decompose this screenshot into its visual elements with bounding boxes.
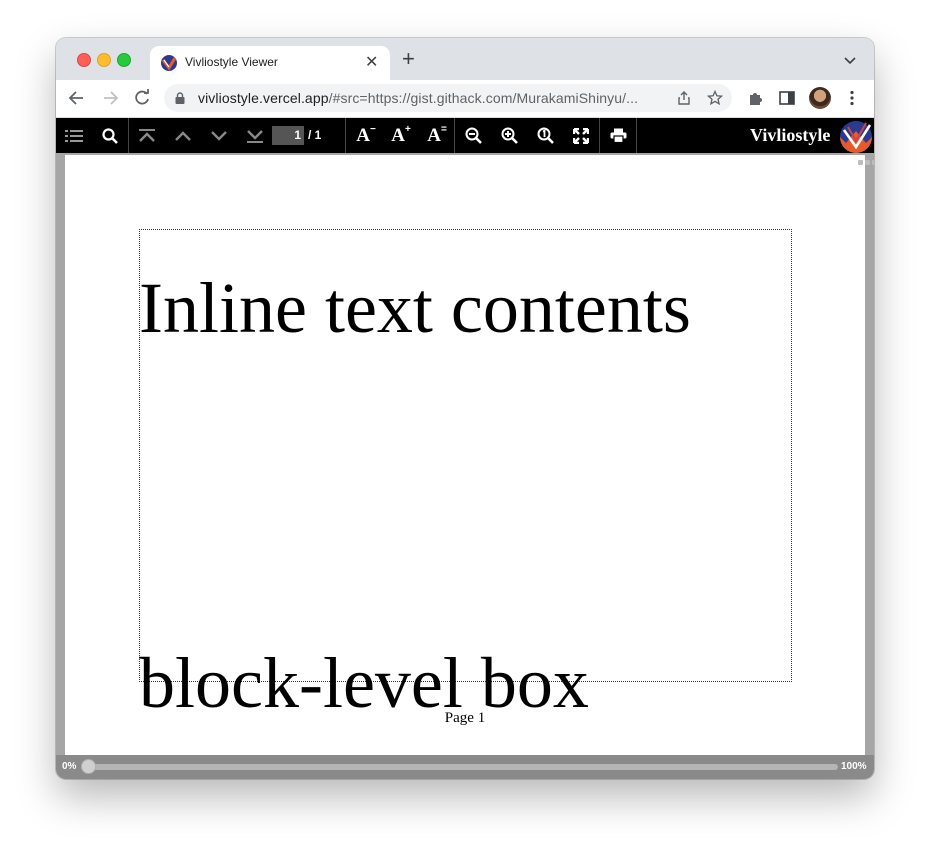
- more-icon[interactable]: [843, 89, 861, 107]
- list-icon: [65, 129, 83, 142]
- last-page-icon: [247, 129, 263, 143]
- brand-name: Vivliostyle: [750, 125, 831, 145]
- document-page: Inline text contents block-level box Pag…: [65, 155, 874, 755]
- zoom-window-button[interactable]: [117, 53, 131, 67]
- page-footer-label: Page 1: [444, 710, 486, 726]
- toc-button[interactable]: [56, 118, 92, 153]
- tab-title: Vivliostyle Viewer: [185, 55, 278, 69]
- page-number-input[interactable]: 1: [272, 126, 304, 145]
- address-bar[interactable]: vivliostyle.vercel.app/#src=https://gist…: [164, 84, 732, 112]
- toolbar-divider: [345, 118, 346, 153]
- zoom-in-icon: [501, 127, 518, 144]
- font-size-increase-button[interactable]: A +: [383, 118, 419, 153]
- viewer-area[interactable]: Inline text contents block-level box Pag…: [56, 153, 874, 755]
- font-decrease-sup: −: [369, 124, 376, 135]
- zoom-actual-size-icon: [537, 127, 554, 144]
- search-icon: [102, 127, 118, 144]
- url-text: vivliostyle.vercel.app/#src=https://gist…: [198, 90, 638, 106]
- progress-slider-handle[interactable]: [81, 759, 96, 774]
- url-host: vivliostyle.vercel.app: [198, 90, 329, 106]
- next-page-button[interactable]: [201, 118, 237, 153]
- print-icon: [610, 128, 626, 143]
- font-reset-sup: =: [440, 124, 447, 135]
- tab-vivliostyle-viewer[interactable]: Vivliostyle Viewer ✕: [150, 46, 390, 80]
- fit-to-screen-button[interactable]: [563, 118, 599, 153]
- star-icon[interactable]: [707, 90, 723, 106]
- expand-icon: [573, 127, 589, 144]
- zoom-out-button[interactable]: [455, 118, 491, 153]
- progress-start-label: 0%: [62, 761, 77, 772]
- tab-search-chevron-icon[interactable]: [844, 54, 856, 66]
- last-page-button[interactable]: [237, 118, 273, 153]
- vivliostyle-logo-icon: [840, 121, 872, 153]
- page-menu-dots-icon[interactable]: [858, 160, 874, 165]
- font-decrease-label: A: [356, 124, 370, 146]
- lock-icon[interactable]: [175, 92, 185, 104]
- share-icon[interactable]: [676, 90, 692, 106]
- new-tab-icon[interactable]: +: [402, 48, 415, 70]
- chevron-up-icon: [175, 130, 191, 141]
- font-size-decrease-button[interactable]: A −: [348, 118, 384, 153]
- font-size-reset-button[interactable]: A =: [419, 118, 455, 153]
- viewer-toolbar: 1 / 1 A − A + A = Vivliostyle: [56, 118, 874, 153]
- first-page-button[interactable]: [129, 118, 165, 153]
- print-button[interactable]: [600, 118, 636, 153]
- browser-window: Vivliostyle Viewer ✕ + vivliostyle.verce…: [56, 38, 874, 779]
- page-total: / 1: [308, 128, 322, 142]
- extensions-icon[interactable]: [747, 89, 765, 107]
- close-window-button[interactable]: [77, 53, 91, 67]
- first-page-icon: [139, 128, 155, 142]
- font-increase-sup: +: [404, 124, 411, 135]
- browser-toolbar: vivliostyle.vercel.app/#src=https://gist…: [56, 80, 874, 118]
- actual-size-button[interactable]: [527, 118, 563, 153]
- progress-track[interactable]: [82, 764, 838, 770]
- minimize-window-button[interactable]: [97, 53, 111, 67]
- inline-text-contents: Inline text contents: [139, 268, 691, 348]
- page-progress-bar: 0% 100%: [56, 755, 874, 779]
- side-panel-icon[interactable]: [778, 89, 796, 107]
- forward-icon[interactable]: [100, 88, 120, 108]
- previous-page-button[interactable]: [165, 118, 201, 153]
- profile-avatar[interactable]: [809, 87, 831, 109]
- chevron-down-icon: [211, 130, 227, 141]
- reload-icon[interactable]: [132, 88, 152, 108]
- zoom-in-button[interactable]: [491, 118, 527, 153]
- tab-close-icon[interactable]: ✕: [365, 52, 378, 72]
- block-level-box-text: block-level box: [139, 643, 589, 723]
- toolbar-divider: [636, 118, 637, 153]
- url-path: /#src=https://gist.githack.com/MurakamiS…: [328, 90, 639, 106]
- vivliostyle-favicon-icon: [161, 55, 177, 71]
- font-increase-label: A: [391, 124, 405, 146]
- zoom-out-icon: [465, 127, 482, 144]
- progress-end-label: 100%: [841, 761, 867, 772]
- back-icon[interactable]: [67, 88, 87, 108]
- font-reset-label: A: [427, 124, 441, 146]
- tab-strip: Vivliostyle Viewer ✕ +: [56, 38, 874, 80]
- search-button[interactable]: [92, 118, 128, 153]
